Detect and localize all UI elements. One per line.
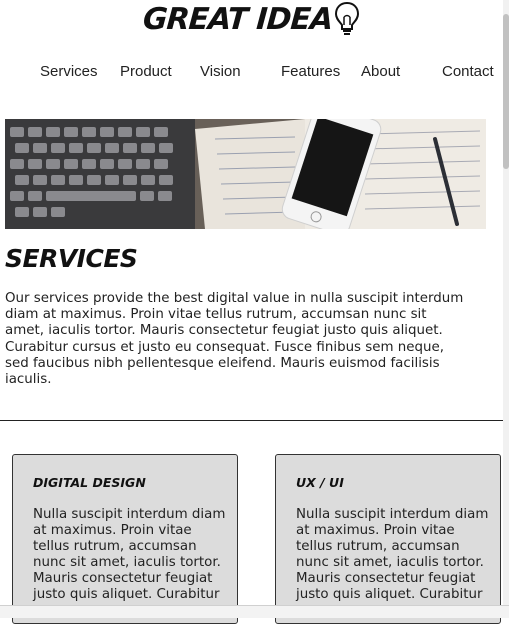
lightbulb-icon [334, 1, 360, 41]
card-body: Nulla suscipit interdum diam at maximus.… [33, 507, 226, 602]
card-title: DIGITAL DESIGN [33, 475, 146, 490]
nav-item-services[interactable]: Services [40, 63, 98, 80]
section-title: SERVICES [5, 244, 138, 273]
section-intro-text: Our services provide the best digital va… [5, 291, 464, 388]
card-title: UX / UI [296, 475, 344, 490]
main-nav: Services Product Vision Features About C… [0, 63, 503, 87]
horizontal-scrollbar[interactable] [0, 605, 509, 618]
nav-item-vision[interactable]: Vision [200, 63, 241, 80]
nav-item-product[interactable]: Product [120, 63, 172, 80]
card-body: Nulla suscipit interdum diam at maximus.… [296, 507, 489, 602]
scrollbar-thumb[interactable] [503, 14, 509, 169]
nav-item-features[interactable]: Features [281, 63, 340, 80]
service-card-ux-ui: UX / UI Nulla suscipit interdum diam at … [275, 454, 501, 624]
section-divider [0, 420, 503, 421]
nav-item-contact[interactable]: Contact [442, 63, 494, 80]
nav-item-about[interactable]: About [361, 63, 400, 80]
service-card-digital-design: DIGITAL DESIGN Nulla suscipit interdum d… [12, 454, 238, 624]
site-header: GREAT IDEA [0, 0, 503, 42]
hero-image [5, 119, 486, 229]
vertical-scrollbar[interactable] [503, 0, 509, 606]
brand-logo-text[interactable]: GREAT IDEA [142, 2, 334, 37]
